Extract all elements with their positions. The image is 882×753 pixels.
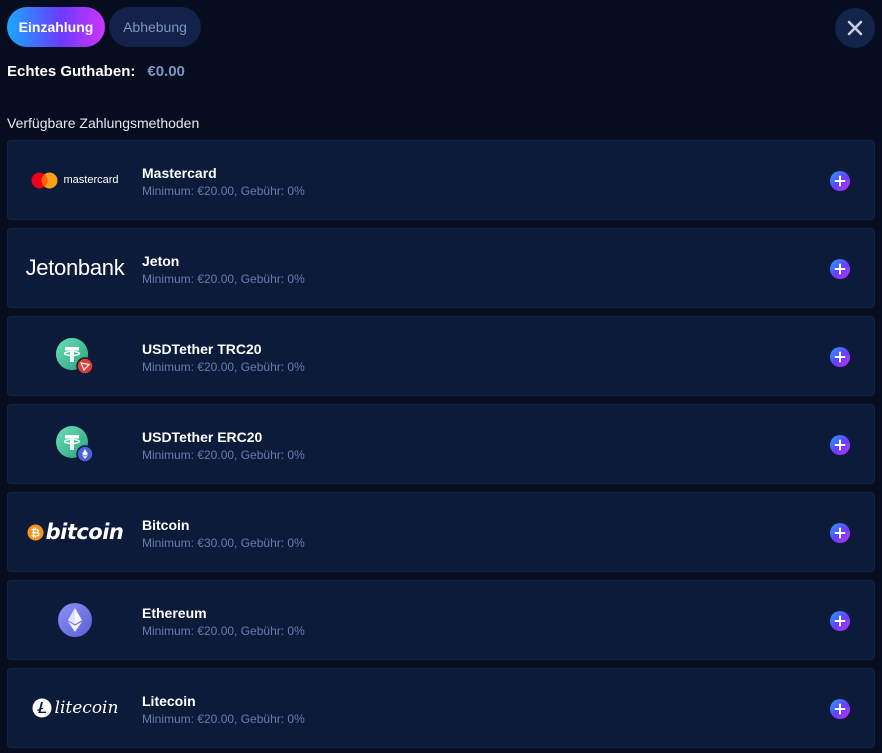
tab-withdraw[interactable]: Abhebung — [109, 7, 201, 47]
plus-icon — [834, 175, 846, 187]
plus-icon — [834, 263, 846, 275]
balance-value: €0.00 — [147, 63, 185, 80]
bitcoin-logo-icon: ₿ — [27, 523, 44, 541]
method-info: Minimum: €20.00, Gebühr: 0% — [142, 272, 305, 286]
bitcoin-logo: ₿ bitcoin — [8, 493, 142, 571]
close-icon — [847, 20, 863, 36]
plus-icon — [834, 527, 846, 539]
mastercard-logo: mastercard — [8, 141, 142, 219]
tether-erc20-logo — [8, 405, 142, 483]
method-name: Ethereum — [142, 605, 207, 621]
method-ethereum[interactable]: Ethereum Minimum: €20.00, Gebühr: 0% — [7, 580, 875, 660]
tab-deposit[interactable]: Einzahlung — [7, 7, 105, 47]
jetonbank-logo-text: Jetonbank — [25, 255, 125, 280]
balance-label: Echtes Guthaben: — [7, 63, 136, 80]
add-jeton-button[interactable] — [830, 259, 850, 279]
add-usdt-erc20-button[interactable] — [830, 435, 850, 455]
method-mastercard[interactable]: mastercard Mastercard Minimum: €20.00, G… — [7, 140, 875, 220]
add-usdt-trc20-button[interactable] — [830, 347, 850, 367]
method-bitcoin[interactable]: ₿ bitcoin Bitcoin Minimum: €30.00, Gebüh… — [7, 492, 875, 572]
mastercard-logo-icon — [31, 172, 58, 188]
plus-icon — [834, 703, 846, 715]
method-usdt-erc20[interactable]: USDTether ERC20 Minimum: €20.00, Gebühr:… — [7, 404, 875, 484]
balance-row: Echtes Guthaben: €0.00 — [7, 63, 185, 80]
method-name: Jeton — [142, 253, 180, 269]
method-litecoin[interactable]: litecoin Litecoin Minimum: €20.00, Gebüh… — [7, 668, 875, 748]
method-usdt-trc20[interactable]: USDTether TRC20 Minimum: €20.00, Gebühr:… — [7, 316, 875, 396]
ethereum-icon — [58, 603, 92, 637]
tether-trc20-logo — [8, 317, 142, 395]
close-button[interactable] — [835, 8, 875, 48]
litecoin-logo: litecoin — [8, 669, 142, 747]
plus-icon — [834, 615, 846, 627]
method-info: Minimum: €20.00, Gebühr: 0% — [142, 624, 305, 638]
mastercard-logo-text: mastercard — [63, 174, 119, 186]
plus-icon — [834, 351, 846, 363]
method-name: Bitcoin — [142, 517, 190, 533]
payment-methods-list: mastercard Mastercard Minimum: €20.00, G… — [7, 140, 875, 753]
method-name: USDTether ERC20 — [142, 429, 263, 445]
tether-trc20-icon — [56, 338, 94, 375]
method-info: Minimum: €20.00, Gebühr: 0% — [142, 448, 305, 462]
add-bitcoin-button[interactable] — [830, 523, 850, 543]
tether-erc20-icon — [56, 426, 94, 463]
svg-text:₿: ₿ — [30, 525, 39, 539]
method-info: Minimum: €20.00, Gebühr: 0% — [142, 712, 305, 726]
method-name: Litecoin — [142, 693, 196, 709]
litecoin-logo-text: litecoin — [54, 698, 119, 718]
jetonbank-logo: Jetonbank — [8, 229, 142, 307]
add-ethereum-button[interactable] — [830, 611, 850, 631]
method-name: Mastercard — [142, 165, 217, 181]
litecoin-logo-icon — [32, 698, 52, 718]
section-title: Verfügbare Zahlungsmethoden — [7, 115, 200, 131]
ethereum-logo — [8, 581, 142, 659]
payment-tabs: Einzahlung Abhebung — [7, 7, 201, 47]
method-info: Minimum: €30.00, Gebühr: 0% — [142, 536, 305, 550]
plus-icon — [834, 439, 846, 451]
method-info: Minimum: €20.00, Gebühr: 0% — [142, 184, 305, 198]
add-litecoin-button[interactable] — [830, 699, 850, 719]
bitcoin-logo-text: bitcoin — [45, 520, 124, 544]
add-mastercard-button[interactable] — [830, 171, 850, 191]
method-name: USDTether TRC20 — [142, 341, 262, 357]
method-info: Minimum: €20.00, Gebühr: 0% — [142, 360, 305, 374]
method-jeton[interactable]: Jetonbank Jeton Minimum: €20.00, Gebühr:… — [7, 228, 875, 308]
